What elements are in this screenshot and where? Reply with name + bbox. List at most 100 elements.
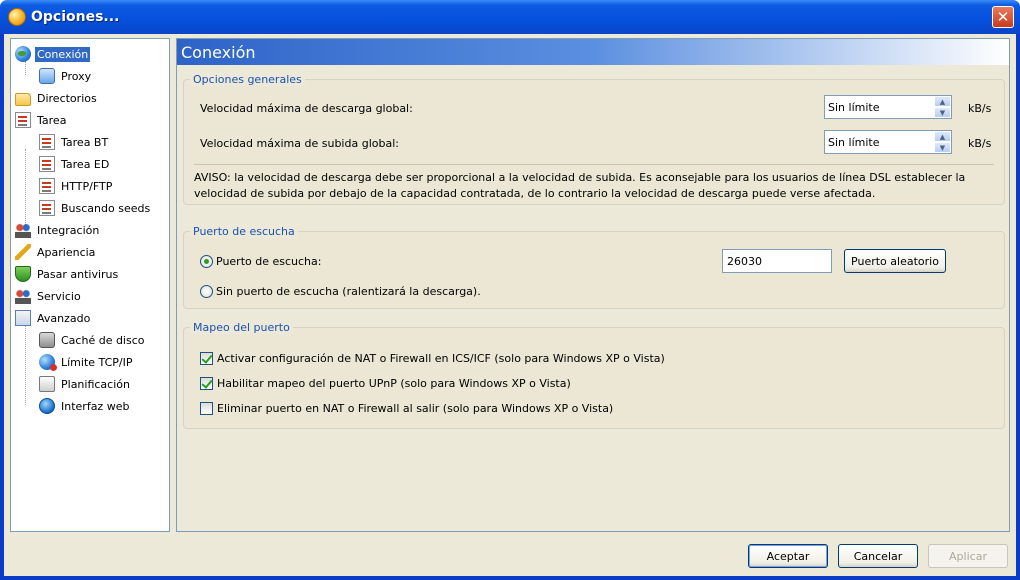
tree-item-label: Pasar antivirus	[37, 267, 119, 281]
upload-speed-spinner[interactable]: ▲ ▼	[824, 130, 952, 154]
spin-down-button[interactable]: ▼	[934, 107, 951, 118]
task-icon	[39, 156, 55, 172]
spin-up-button[interactable]: ▲	[934, 131, 951, 142]
upnp-checkbox-row[interactable]: Habilitar mapeo del puerto UPnP (solo pa…	[200, 377, 571, 390]
tree-item-label: Apariencia	[37, 245, 96, 259]
nat-checkbox-row[interactable]: Activar configuración de NAT o Firewall …	[200, 352, 665, 365]
disk-icon	[39, 332, 55, 348]
tree-item-label: Conexión	[35, 46, 91, 62]
tree-item-planificacion[interactable]: Planificación	[11, 373, 169, 395]
tree-item-label: Proxy	[61, 69, 92, 83]
app-logo-icon	[8, 8, 26, 26]
tree-item-label: Directorios	[37, 91, 97, 105]
nat-checkbox[interactable]	[200, 352, 213, 365]
tree-item-label: Caché de disco	[61, 333, 145, 347]
tree-item-directorios[interactable]: Directorios	[11, 87, 169, 109]
tree-item-label: Servicio	[37, 289, 81, 303]
spin-up-button[interactable]: ▲	[934, 96, 951, 107]
network-icon	[39, 354, 57, 371]
tree-item-interfaz-web[interactable]: Interfaz web	[11, 395, 169, 417]
close-icon: ✕	[996, 7, 1010, 26]
title-bar[interactable]: Opciones... ✕	[0, 0, 1020, 34]
upnp-checkbox-label: Habilitar mapeo del puerto UPnP (solo pa…	[217, 377, 571, 390]
listen-port-radio-row[interactable]: Puerto de escucha:	[200, 255, 321, 268]
listen-port-group: Puerto de escucha Puerto de escucha: Pue…	[183, 225, 1005, 309]
tree-item-tarea-ed[interactable]: Tarea ED	[11, 153, 169, 175]
no-port-radio[interactable]	[200, 285, 213, 298]
tree-item-label: Avanzado	[37, 311, 91, 325]
remove-port-checkbox[interactable]	[200, 402, 213, 415]
options-tree[interactable]: Conexión Proxy Directorios Tarea Tarea B…	[10, 38, 170, 532]
nat-checkbox-label: Activar configuración de NAT o Firewall …	[217, 352, 665, 365]
remove-port-checkbox-row[interactable]: Eliminar puerto en NAT o Firewall al sal…	[200, 402, 613, 415]
tree-item-label: Tarea ED	[61, 157, 110, 171]
no-port-radio-label: Sin puerto de escucha (ralentizará la de…	[216, 285, 481, 298]
tree-item-tarea[interactable]: Tarea	[11, 109, 169, 131]
spin-down-button[interactable]: ▼	[934, 142, 951, 153]
general-options-group: Opciones generales Velocidad máxima de d…	[183, 73, 1005, 205]
tree-item-limite-tcp[interactable]: Límite TCP/IP	[11, 351, 169, 373]
tree-item-label: Buscando seeds	[61, 201, 151, 215]
download-speed-label: Velocidad máxima de descarga global:	[200, 102, 413, 115]
close-button[interactable]: ✕	[992, 6, 1014, 28]
remove-port-checkbox-label: Eliminar puerto en NAT o Firewall al sal…	[217, 402, 614, 415]
no-port-radio-row[interactable]: Sin puerto de escucha (ralentizará la de…	[200, 285, 481, 298]
shield-icon	[15, 266, 31, 282]
port-mapping-group: Mapeo del puerto Activar configuración d…	[183, 321, 1005, 429]
cancel-button[interactable]: Cancelar	[838, 544, 918, 568]
upload-unit: kB/s	[968, 137, 992, 150]
listen-port-radio-label: Puerto de escucha:	[216, 255, 322, 268]
proxy-icon	[39, 68, 55, 84]
tree-item-label: Tarea BT	[61, 135, 109, 149]
listen-port-input[interactable]	[722, 249, 832, 273]
tree-item-servicio[interactable]: Servicio	[11, 285, 169, 307]
task-icon	[15, 112, 31, 128]
upload-speed-label: Velocidad máxima de subida global:	[200, 137, 399, 150]
window-title: Opciones...	[31, 9, 120, 25]
folder-icon	[15, 92, 31, 106]
web-icon	[39, 398, 55, 414]
tree-item-label: Planificación	[61, 377, 130, 391]
tree-item-buscando-seeds[interactable]: Buscando seeds	[11, 197, 169, 219]
warning-text: AVISO: la velocidad de descarga debe ser…	[194, 171, 966, 200]
listen-port-radio[interactable]	[200, 255, 213, 268]
options-dialog: Opciones... ✕ Conexión Proxy Directorios	[0, 0, 1020, 580]
tree-item-conexion[interactable]: Conexión	[11, 43, 169, 65]
tree-item-tarea-bt[interactable]: Tarea BT	[11, 131, 169, 153]
task-icon	[39, 134, 55, 150]
people-icon	[15, 222, 31, 238]
brush-icon	[15, 244, 31, 260]
download-speed-input[interactable]	[825, 97, 933, 117]
settings-panel: Conexión Opciones generales Velocidad má…	[176, 38, 1010, 532]
tree-item-http-ftp[interactable]: HTTP/FTP	[11, 175, 169, 197]
advanced-icon	[15, 310, 31, 326]
tree-item-label: Tarea	[37, 113, 67, 127]
download-unit: kB/s	[968, 102, 992, 115]
task-icon	[39, 178, 55, 194]
tree-item-cache-disco[interactable]: Caché de disco	[11, 329, 169, 351]
upload-speed-input[interactable]	[825, 132, 933, 152]
task-icon	[39, 200, 55, 216]
tree-item-avanzado[interactable]: Avanzado	[11, 307, 169, 329]
group-legend: Opciones generales	[190, 73, 305, 86]
tree-item-proxy[interactable]: Proxy	[11, 65, 169, 87]
spinner-buttons: ▲ ▼	[934, 96, 951, 118]
tree-item-pasar-antivirus[interactable]: Pasar antivirus	[11, 263, 169, 285]
panel-title: Conexión	[177, 39, 1009, 65]
tree-item-apariencia[interactable]: Apariencia	[11, 241, 169, 263]
accept-button[interactable]: Aceptar	[748, 544, 828, 568]
apply-button[interactable]: Aplicar	[928, 544, 1008, 568]
tree-item-label: Interfaz web	[61, 399, 130, 413]
group-legend: Mapeo del puerto	[190, 321, 293, 334]
globe-icon	[15, 46, 31, 62]
spinner-buttons: ▲ ▼	[934, 131, 951, 153]
dialog-client-area: Conexión Proxy Directorios Tarea Tarea B…	[4, 34, 1016, 576]
group-legend: Puerto de escucha	[190, 225, 298, 238]
upnp-checkbox[interactable]	[200, 377, 213, 390]
random-port-button[interactable]: Puerto aleatorio	[844, 249, 946, 273]
people-icon	[15, 288, 31, 304]
download-speed-spinner[interactable]: ▲ ▼	[824, 95, 952, 119]
divider	[194, 164, 994, 165]
schedule-icon	[39, 376, 55, 392]
tree-item-integracion[interactable]: Integración	[11, 219, 169, 241]
